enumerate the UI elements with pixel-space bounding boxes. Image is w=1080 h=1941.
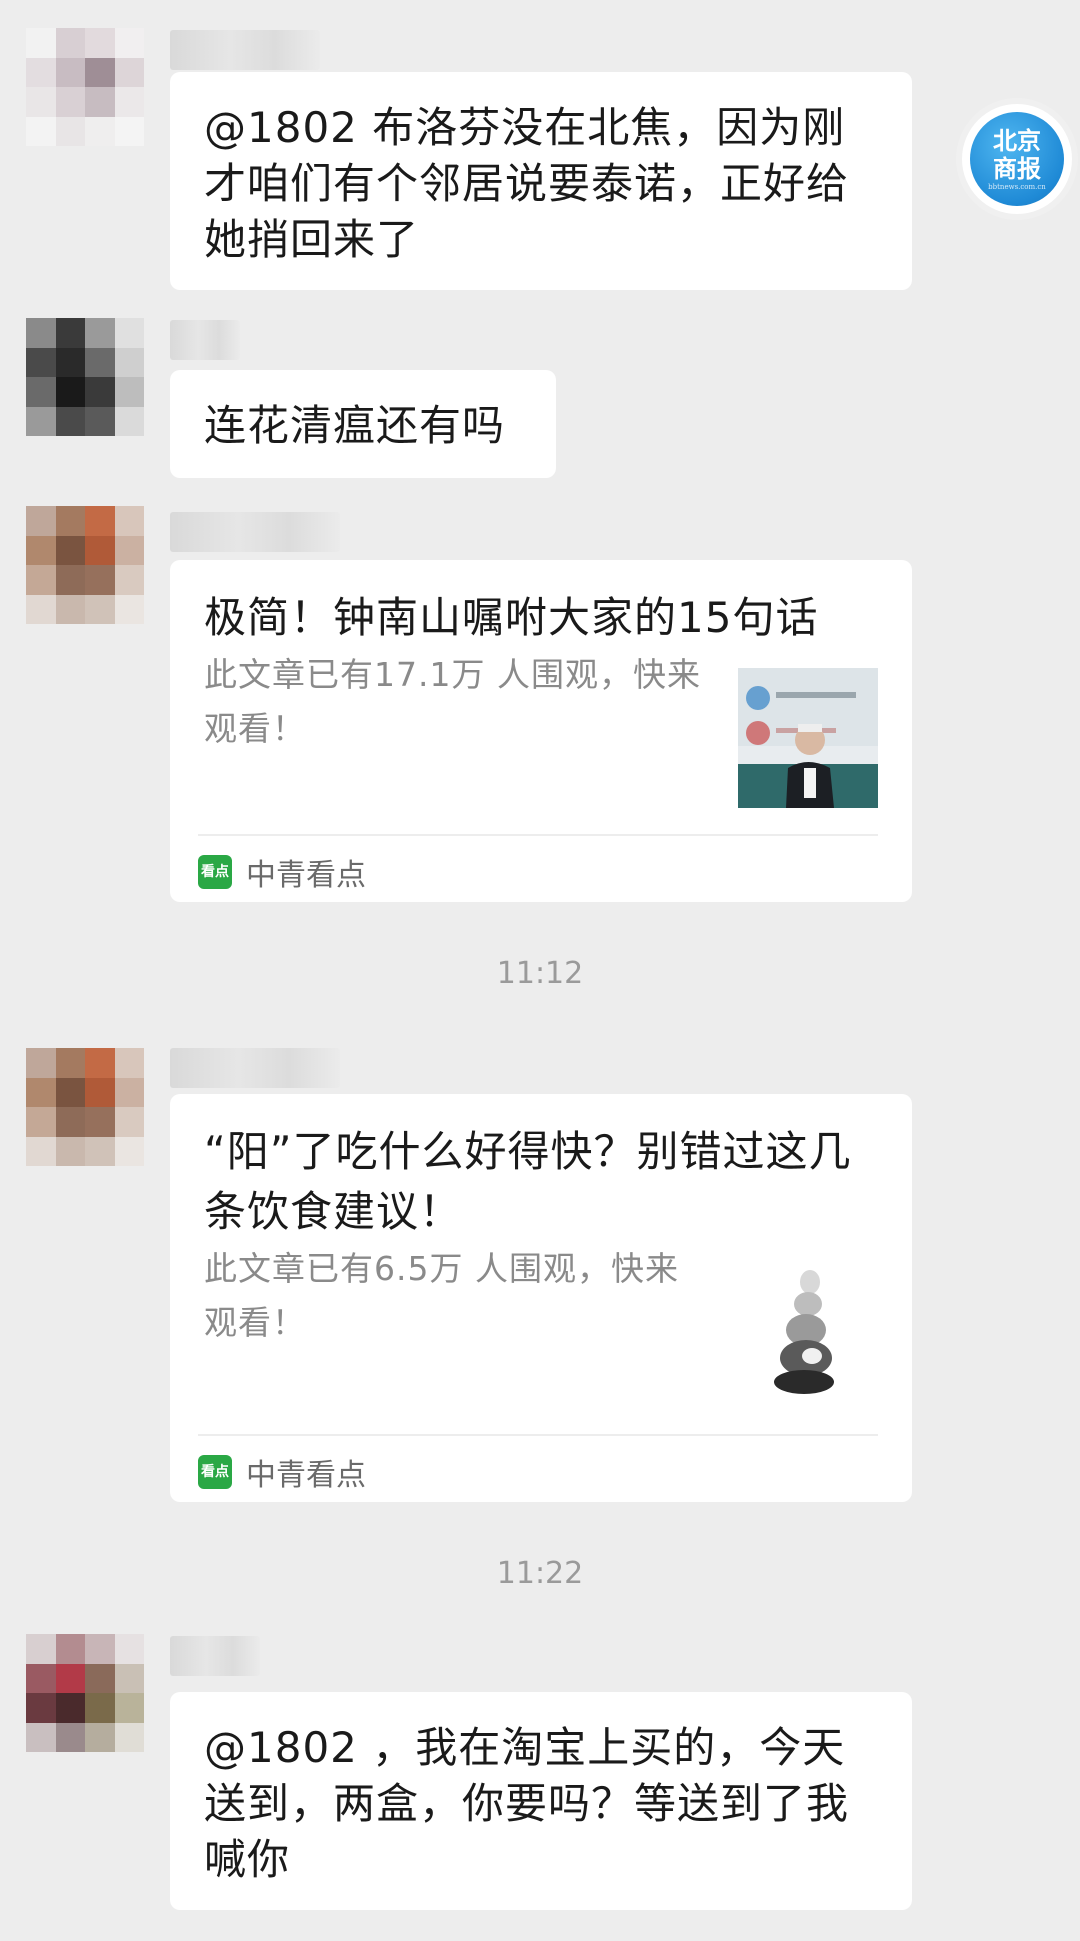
message-bubble[interactable]: @1802 ，我在淘宝上买的，今天送到，两盒，你要吗？等送到了我喊你 (170, 1692, 912, 1910)
logo-line1: 北京 (993, 125, 1041, 155)
card-source: 看点 中青看点 (198, 1450, 366, 1494)
watermark-logo: 北京 商报 bbtnews.com.cn (962, 104, 1072, 214)
sender-name-blurred (170, 512, 340, 552)
sender-name-blurred (170, 30, 320, 70)
logo-line2: 商报 (993, 153, 1041, 183)
card-title: “阳”了吃什么好得快？别错过这几条饮食建议！ (204, 1127, 852, 1236)
logo-url: bbtnews.com.cn (988, 182, 1046, 191)
sender-name-blurred (170, 1048, 340, 1088)
card-divider (198, 834, 878, 836)
kandian-app-icon: 看点 (198, 1455, 232, 1489)
message-text: @1802 布洛芬没在北焦，因为刚才咱们有个邻居说要泰诺，正好给她捎回来了 (204, 103, 850, 264)
article-card[interactable]: “阳”了吃什么好得快？别错过这几条饮食建议！ 此文章已有6.5万 人围观，快来观… (170, 1094, 912, 1502)
message-text: 连花清瘟还有吗 (204, 401, 506, 450)
avatar[interactable] (26, 28, 144, 146)
message-text: @1802 ，我在淘宝上买的，今天送到，两盒，你要吗？等送到了我喊你 (204, 1723, 850, 1884)
card-thumbnail (738, 1260, 878, 1400)
card-description: 此文章已有6.5万 人围观，快来观看！ (204, 1249, 679, 1342)
card-description: 此文章已有17.1万 人围观，快来观看！ (204, 655, 701, 748)
avatar[interactable] (26, 1048, 144, 1166)
message-bubble[interactable]: 连花清瘟还有吗 (170, 370, 556, 478)
card-title: 极简！钟南山嘱咐大家的15句话 (204, 593, 819, 642)
source-label: 中青看点 (246, 858, 366, 893)
card-divider (198, 1434, 878, 1436)
avatar[interactable] (26, 506, 144, 624)
card-thumbnail (738, 668, 878, 808)
sender-name-blurred (170, 320, 240, 360)
sender-name-blurred (170, 1636, 260, 1676)
message-bubble[interactable]: @1802 布洛芬没在北焦，因为刚才咱们有个邻居说要泰诺，正好给她捎回来了 (170, 72, 912, 290)
timestamp: 11:12 (496, 956, 584, 991)
card-source: 看点 中青看点 (198, 850, 366, 894)
avatar[interactable] (26, 1634, 144, 1752)
article-card[interactable]: 极简！钟南山嘱咐大家的15句话 此文章已有17.1万 人围观，快来观看！ 看点 … (170, 560, 912, 902)
avatar[interactable] (26, 318, 144, 436)
timestamp: 11:22 (496, 1556, 584, 1591)
source-label: 中青看点 (246, 1458, 366, 1493)
kandian-app-icon: 看点 (198, 855, 232, 889)
